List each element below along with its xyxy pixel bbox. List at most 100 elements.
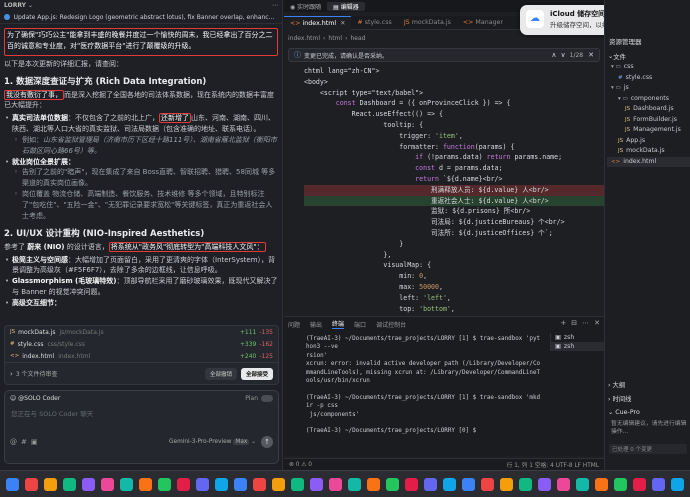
image-icon[interactable]: ▣ bbox=[31, 438, 38, 446]
breadcrumb-item[interactable]: head bbox=[350, 35, 365, 42]
terminal-instance[interactable]: ▣ zsh bbox=[551, 342, 604, 351]
diff-close-icon[interactable]: ✕ bbox=[588, 51, 594, 59]
tree-item[interactable]: <> index.html bbox=[607, 156, 690, 167]
tv-icon[interactable] bbox=[291, 477, 304, 491]
vscode-icon[interactable] bbox=[443, 477, 456, 491]
tree-item[interactable]: JS mockData.js bbox=[607, 146, 690, 157]
breadcrumb-item[interactable]: index.html bbox=[288, 35, 320, 42]
plan-toggle[interactable] bbox=[261, 395, 273, 402]
settings-icon[interactable] bbox=[348, 477, 361, 491]
finder-icon[interactable] bbox=[6, 477, 19, 491]
changed-file-row[interactable]: <> index.html index.html +240 -125 bbox=[5, 350, 278, 362]
accept-all-button[interactable]: 全部接受 bbox=[240, 367, 273, 380]
chat-input-box[interactable]: ☺ @SOLO Coder Plan 您正在与 SOLO Coder 聊天 @ … bbox=[4, 390, 279, 464]
sketch-icon[interactable] bbox=[557, 477, 570, 491]
zoom-icon[interactable] bbox=[633, 477, 646, 491]
tree-item[interactable]: ▾ ▭ components bbox=[607, 94, 690, 105]
agent-chip[interactable]: ☺ @SOLO Coder bbox=[10, 395, 60, 402]
mail-icon[interactable] bbox=[82, 477, 95, 491]
terminal-icon[interactable] bbox=[462, 477, 475, 491]
status-info[interactable]: 行 1, 列 1 空格: 4 UTF-8 LF HTML bbox=[507, 460, 599, 469]
add-terminal-icon[interactable]: + bbox=[560, 319, 566, 327]
tree-item[interactable]: JS Dashboard.js bbox=[607, 104, 690, 115]
file-tab[interactable]: <> Manager bbox=[457, 16, 509, 30]
trae-icon[interactable] bbox=[424, 477, 437, 491]
hash-icon[interactable]: # bbox=[21, 438, 27, 446]
chevron-right-icon[interactable]: › bbox=[10, 370, 13, 378]
panel-tab[interactable]: 调试控制台 bbox=[376, 320, 406, 329]
ppt-icon[interactable] bbox=[519, 477, 532, 491]
terminal-output[interactable]: (TraeAI-3) ~/Documents/trae_projects/LOR… bbox=[306, 335, 548, 436]
excel-icon[interactable] bbox=[500, 477, 513, 491]
panel-tab[interactable]: 问题 bbox=[288, 320, 300, 329]
launchpad-icon[interactable] bbox=[25, 477, 38, 491]
appstore-icon[interactable] bbox=[329, 477, 342, 491]
podcasts-icon[interactable] bbox=[272, 477, 285, 491]
netease-icon[interactable] bbox=[405, 477, 418, 491]
trash-icon[interactable] bbox=[671, 477, 684, 491]
notes-icon[interactable] bbox=[234, 477, 247, 491]
editor-mode-tab[interactable]: ▤ 编辑器 bbox=[327, 1, 365, 11]
account-title[interactable]: LORRY bbox=[4, 2, 26, 9]
tree-item[interactable]: JS FormBuilder.js bbox=[607, 115, 690, 126]
panel-tab[interactable]: 终端 bbox=[332, 319, 345, 329]
tree-item[interactable]: JS App.js bbox=[607, 136, 690, 147]
at-icon[interactable]: @ bbox=[10, 438, 17, 446]
send-button[interactable]: ↑ bbox=[261, 436, 273, 448]
reject-all-button[interactable]: 全部撤销 bbox=[204, 367, 237, 380]
tree-item[interactable]: # style.css bbox=[607, 73, 690, 84]
panel-close-icon[interactable]: ✕ bbox=[594, 319, 600, 327]
wps-icon[interactable] bbox=[652, 477, 665, 491]
news-icon[interactable] bbox=[310, 477, 323, 491]
rp-icon[interactable] bbox=[538, 477, 551, 491]
contacts-icon[interactable] bbox=[196, 477, 209, 491]
breadcrumb-item[interactable]: html bbox=[328, 35, 342, 42]
panel-tab[interactable]: 输出 bbox=[310, 320, 322, 329]
terminal-instance[interactable]: ▣ zsh bbox=[551, 333, 604, 342]
split-icon[interactable]: ⊟ bbox=[571, 319, 577, 327]
files-section-header[interactable]: ⌄ 文件 bbox=[608, 52, 626, 61]
figma-icon[interactable] bbox=[576, 477, 589, 491]
timeline-section[interactable]: › 时间线 bbox=[608, 394, 631, 403]
file-tab[interactable]: # style.css bbox=[351, 16, 397, 30]
chat-input[interactable]: 您正在与 SOLO Coder 聊天 bbox=[5, 406, 278, 436]
panel-tab[interactable]: 端口 bbox=[354, 320, 366, 329]
facetime-icon[interactable] bbox=[158, 477, 171, 491]
reminders-icon[interactable] bbox=[215, 477, 228, 491]
model-selector[interactable]: Gemini-3-Pro-Preview Max ⌄ bbox=[169, 439, 256, 445]
slack-icon[interactable] bbox=[614, 477, 627, 491]
js-file-icon: # bbox=[10, 341, 15, 347]
folder-icon: ▾ ▭ bbox=[611, 64, 621, 70]
changed-file-row[interactable]: # style.css css/style.css +339 -162 bbox=[5, 338, 278, 350]
error-icon[interactable]: ⊗ 0 ⚠ 0 bbox=[289, 462, 312, 468]
calendar-icon[interactable] bbox=[177, 477, 190, 491]
xcode-icon[interactable] bbox=[595, 477, 608, 491]
live-follow-tab[interactable]: ◉ 实时跟随 bbox=[284, 2, 327, 11]
chrome-icon[interactable] bbox=[63, 477, 76, 491]
cue-pro-section[interactable]: ⌄ Cue-Pro bbox=[608, 409, 640, 416]
safari-icon[interactable] bbox=[44, 477, 57, 491]
changed-file-row[interactable]: JS mockData.js js/mockData.js +111 -135 bbox=[5, 326, 278, 338]
code-view[interactable]: chtml lang="zh-CN"> <body> <script type="… bbox=[304, 66, 604, 316]
file-tab[interactable]: <> index.html ✕ bbox=[284, 15, 352, 30]
photos-icon[interactable] bbox=[139, 477, 152, 491]
more-icon[interactable]: ⋯ bbox=[582, 319, 589, 327]
close-icon[interactable]: ✕ bbox=[340, 20, 345, 27]
tree-item[interactable]: ▾ ▭ css bbox=[607, 62, 690, 73]
diff-down-icon[interactable]: ∨ bbox=[561, 51, 566, 59]
task-tab[interactable]: Update App.js: Redesign Logo (geometric … bbox=[0, 11, 282, 24]
qq-icon[interactable] bbox=[386, 477, 399, 491]
more-icon[interactable]: ⋯ bbox=[272, 2, 278, 9]
music-icon[interactable] bbox=[253, 477, 266, 491]
outline-section[interactable]: › 大纲 bbox=[608, 380, 625, 389]
tree-item-label: App.js bbox=[626, 136, 646, 144]
tree-item[interactable]: ▾ ▭ js bbox=[607, 83, 690, 94]
word-icon[interactable] bbox=[481, 477, 494, 491]
messages-icon[interactable] bbox=[101, 477, 114, 491]
file-tab[interactable]: JS mockData.js bbox=[398, 16, 457, 30]
diff-up-icon[interactable]: ∧ bbox=[551, 51, 556, 59]
chevron-down-icon[interactable]: ⌄ bbox=[28, 2, 33, 9]
wechat-icon[interactable] bbox=[367, 477, 380, 491]
tree-item[interactable]: JS Management.js bbox=[607, 125, 690, 136]
maps-icon[interactable] bbox=[120, 477, 133, 491]
